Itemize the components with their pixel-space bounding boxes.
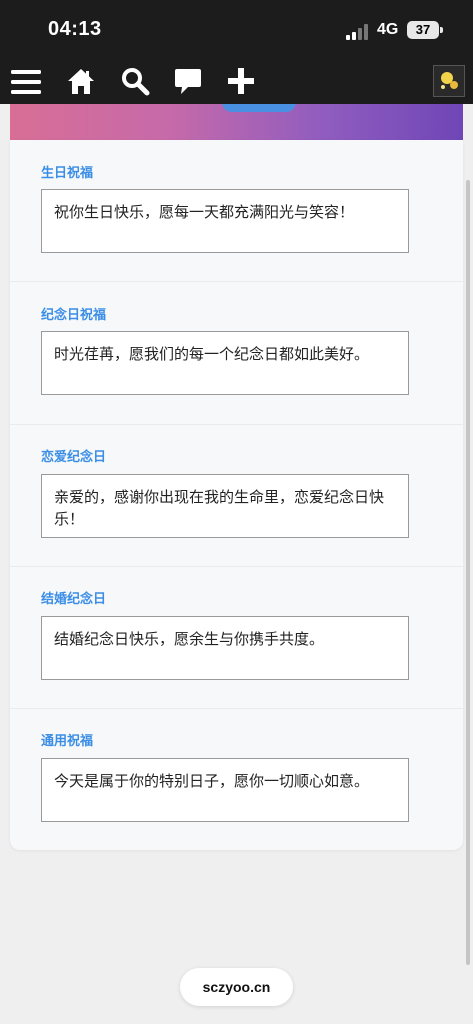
hero-banner xyxy=(10,104,463,140)
message-box[interactable]: 祝你生日快乐，愿每一天都充满阳光与笑容！ xyxy=(41,189,409,253)
search-icon[interactable] xyxy=(120,66,154,98)
status-time: 04:13 xyxy=(48,18,102,40)
section-title: 纪念日祝福 xyxy=(41,308,107,323)
section-title: 结婚纪念日 xyxy=(41,592,107,607)
top-nav-bar xyxy=(0,62,473,104)
comment-icon[interactable] xyxy=(174,66,208,98)
section-anniversary: 纪念日祝福 时光荏苒，愿我们的每一个纪念日都如此美好。 xyxy=(10,282,463,424)
network-type: 4G xyxy=(377,21,399,38)
message-box[interactable]: 亲爱的，感谢你出现在我的生命里，恋爱纪念日快乐！ xyxy=(41,474,409,538)
message-box[interactable]: 结婚纪念日快乐，愿余生与你携手共度。 xyxy=(41,616,409,680)
plus-icon[interactable] xyxy=(226,66,260,98)
avatar[interactable] xyxy=(433,65,465,97)
battery-icon: 37 xyxy=(407,21,439,39)
home-icon[interactable] xyxy=(66,66,100,98)
section-birthday: 生日祝福 祝你生日快乐，愿每一天都充满阳光与笑容！ xyxy=(10,140,463,282)
section-general: 通用祝福 今天是属于你的特别日子，愿你一切顺心如意。 xyxy=(10,708,463,850)
menu-icon[interactable] xyxy=(10,66,44,98)
wishes-card: 生日祝福 祝你生日快乐，愿每一天都充满阳光与笑容！ 纪念日祝福 时光荏苒，愿我们… xyxy=(10,140,463,850)
section-wedding-anniversary: 结婚纪念日 结婚纪念日快乐，愿余生与你携手共度。 xyxy=(10,566,463,708)
status-bar: 04:13 4G 37 xyxy=(0,0,473,62)
section-title: 恋爱纪念日 xyxy=(41,450,107,465)
signal-icon xyxy=(346,24,370,40)
section-title: 通用祝福 xyxy=(41,734,94,749)
battery-tip xyxy=(440,27,443,33)
hero-button[interactable] xyxy=(222,104,296,112)
message-box[interactable]: 时光荏苒，愿我们的每一个纪念日都如此美好。 xyxy=(41,331,409,395)
section-title: 生日祝福 xyxy=(41,166,94,181)
scrollbar[interactable] xyxy=(466,180,470,965)
section-love-anniversary: 恋爱纪念日 亲爱的，感谢你出现在我的生命里，恋爱纪念日快乐！ xyxy=(10,424,463,566)
browser-url-pill[interactable]: sczyoo.cn xyxy=(180,968,293,1006)
message-box[interactable]: 今天是属于你的特别日子，愿你一切顺心如意。 xyxy=(41,758,409,822)
